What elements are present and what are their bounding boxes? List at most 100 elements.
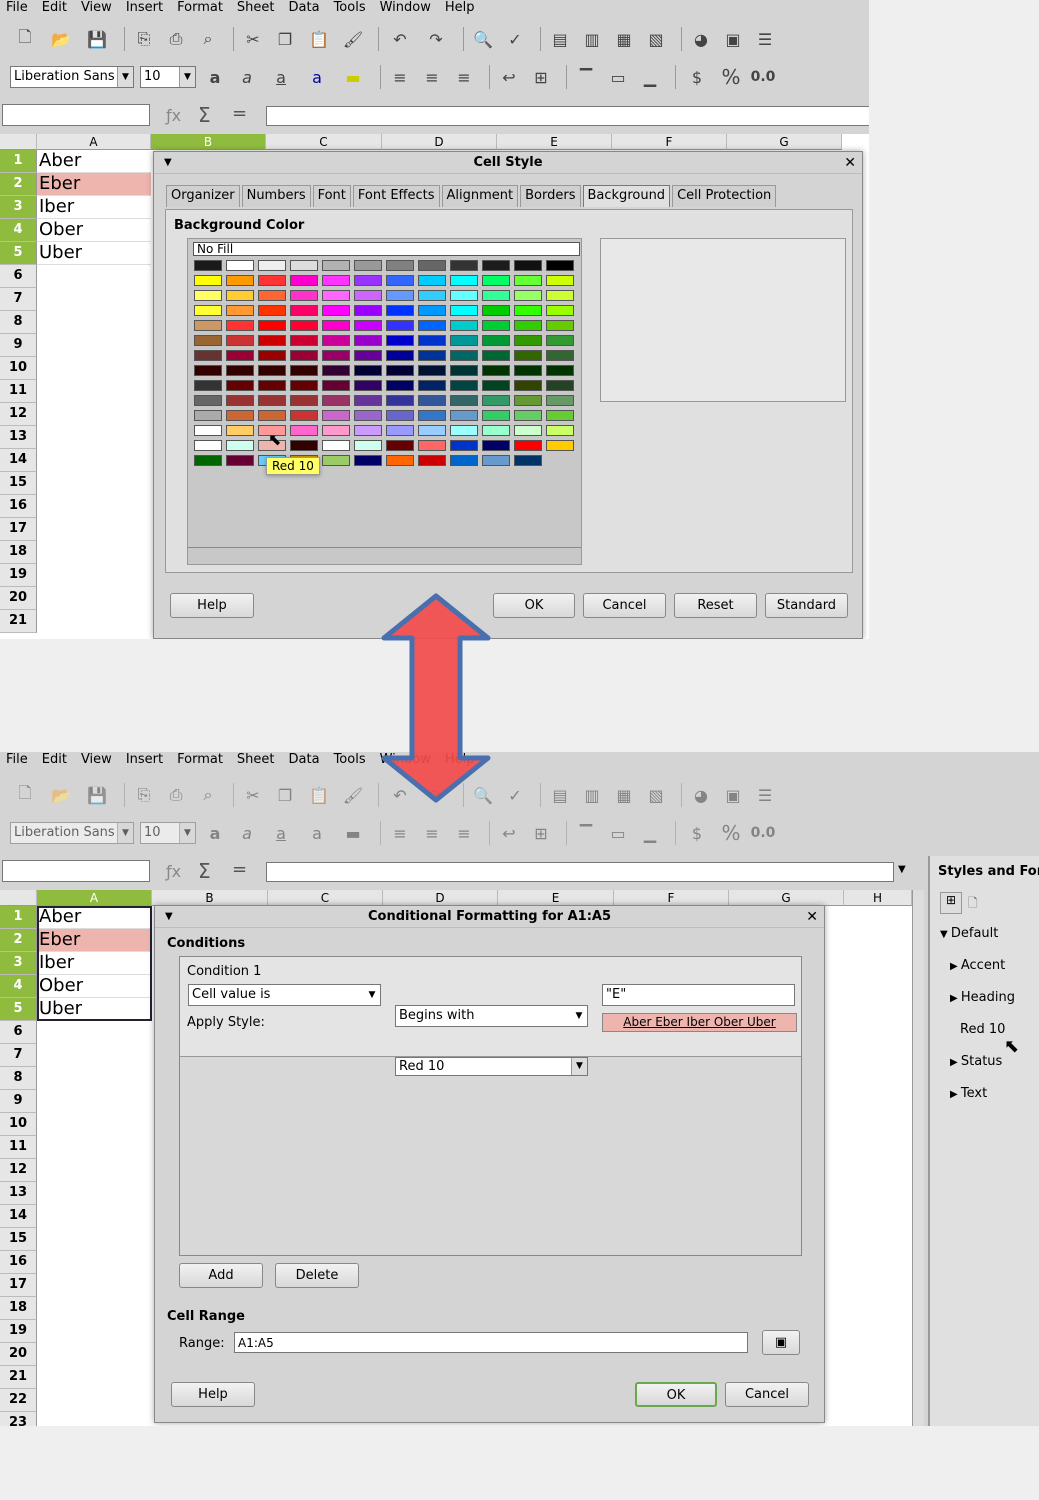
color-swatch[interactable]: [514, 425, 542, 436]
color-swatch[interactable]: [546, 350, 574, 361]
color-swatch[interactable]: [226, 395, 254, 406]
ok-button[interactable]: OK: [493, 593, 575, 618]
row-header[interactable]: 4: [0, 219, 37, 242]
cell-a2[interactable]: Eber: [37, 173, 151, 196]
color-swatch[interactable]: [194, 350, 222, 361]
color-swatch[interactable]: [258, 320, 286, 331]
expand-icon[interactable]: ▶: [950, 1057, 961, 1068]
delete-column-icon[interactable]: ▧: [643, 26, 669, 52]
color-swatch[interactable]: [386, 305, 414, 316]
color-swatch[interactable]: [418, 350, 446, 361]
color-swatch[interactable]: [290, 395, 318, 406]
color-swatch[interactable]: [514, 350, 542, 361]
column-header[interactable]: C: [266, 134, 382, 150]
color-swatch[interactable]: [322, 275, 350, 286]
color-swatch[interactable]: [322, 365, 350, 376]
menu-view[interactable]: View: [75, 752, 120, 769]
style-item-default[interactable]: ▼ Default: [940, 926, 998, 941]
color-swatch[interactable]: [482, 290, 510, 301]
font-size-box[interactable]: 10 ▼: [140, 66, 196, 88]
align-middle-icon[interactable]: ▭: [605, 64, 631, 90]
color-swatch[interactable]: [290, 275, 318, 286]
row-header[interactable]: 6: [0, 1021, 37, 1044]
color-swatch[interactable]: [194, 410, 222, 421]
expand-icon[interactable]: ▶: [950, 1089, 961, 1100]
color-swatch[interactable]: [450, 440, 478, 451]
color-swatch[interactable]: [450, 320, 478, 331]
color-swatch[interactable]: [546, 395, 574, 406]
color-swatch[interactable]: [354, 380, 382, 391]
sum-icon[interactable]: Σ: [198, 103, 211, 127]
close-icon[interactable]: ✕: [844, 152, 856, 174]
color-swatch[interactable]: [386, 455, 414, 466]
color-swatch[interactable]: [322, 455, 350, 466]
color-swatch[interactable]: [258, 275, 286, 286]
color-swatch[interactable]: [290, 260, 318, 271]
color-swatch[interactable]: [482, 335, 510, 346]
row-header[interactable]: 19: [0, 1320, 37, 1343]
row-header[interactable]: 17: [0, 1274, 37, 1297]
bold-icon[interactable]: a: [202, 64, 228, 90]
color-swatch[interactable]: [482, 275, 510, 286]
ok-button[interactable]: OK: [635, 1382, 717, 1407]
chart-icon[interactable]: ◕: [688, 26, 714, 52]
delete-row-icon[interactable]: ▦: [611, 26, 637, 52]
row-header[interactable]: 7: [0, 1044, 37, 1067]
menu-format[interactable]: Format: [171, 0, 231, 17]
style-item-red-10[interactable]: Red 10: [960, 1022, 1005, 1037]
color-swatch[interactable]: [450, 335, 478, 346]
row-header[interactable]: 11: [0, 1136, 37, 1159]
color-swatch[interactable]: [418, 440, 446, 451]
menu-data[interactable]: Data: [283, 752, 328, 769]
color-swatch[interactable]: [546, 275, 574, 286]
color-swatch[interactable]: [450, 425, 478, 436]
color-swatch[interactable]: [482, 365, 510, 376]
color-swatch[interactable]: [386, 425, 414, 436]
row-header[interactable]: 16: [0, 1251, 37, 1274]
color-swatch[interactable]: [418, 260, 446, 271]
formula-input[interactable]: [266, 106, 869, 126]
style-item-heading[interactable]: ▶ Heading: [950, 990, 1015, 1005]
color-swatch[interactable]: [322, 380, 350, 391]
close-icon[interactable]: ✕: [806, 906, 818, 928]
no-fill-option[interactable]: No Fill: [193, 242, 580, 256]
color-swatch[interactable]: [482, 380, 510, 391]
color-swatch[interactable]: [354, 425, 382, 436]
image-icon[interactable]: ▣: [720, 26, 746, 52]
function-wizard-icon[interactable]: ƒx: [166, 862, 181, 881]
color-swatch[interactable]: [546, 320, 574, 331]
color-swatch[interactable]: [418, 320, 446, 331]
color-swatch[interactable]: [258, 335, 286, 346]
color-swatch[interactable]: [322, 410, 350, 421]
select-all-corner[interactable]: [0, 134, 37, 150]
color-swatch[interactable]: [514, 380, 542, 391]
color-swatch[interactable]: [546, 290, 574, 301]
color-swatch[interactable]: [322, 395, 350, 406]
menu-view[interactable]: View: [75, 0, 120, 17]
menu-format[interactable]: Format: [171, 752, 231, 769]
color-swatch[interactable]: [418, 410, 446, 421]
color-swatch[interactable]: [386, 260, 414, 271]
row-header[interactable]: 5: [0, 998, 37, 1021]
row-header[interactable]: 13: [0, 426, 37, 449]
color-swatch[interactable]: [290, 350, 318, 361]
column-header[interactable]: B: [152, 890, 268, 906]
formula-input[interactable]: [266, 862, 894, 882]
color-swatch[interactable]: [226, 410, 254, 421]
color-swatch[interactable]: [546, 425, 574, 436]
font-name-box[interactable]: Liberation Sans ▼: [10, 66, 134, 88]
color-swatch[interactable]: [226, 305, 254, 316]
highlight-icon[interactable]: ▬: [338, 64, 368, 90]
new-icon[interactable]: 🗋: [10, 26, 40, 52]
row-header[interactable]: 7: [0, 288, 37, 311]
color-swatch[interactable]: [418, 335, 446, 346]
row-header[interactable]: 12: [0, 403, 37, 426]
align-top-icon[interactable]: ▔: [573, 64, 599, 90]
cell-a1[interactable]: Aber: [37, 150, 151, 173]
color-swatch[interactable]: [386, 440, 414, 451]
color-swatch[interactable]: [450, 275, 478, 286]
column-header[interactable]: D: [383, 890, 498, 906]
cut-icon[interactable]: ✂: [240, 26, 266, 52]
row-header[interactable]: 14: [0, 449, 37, 472]
color-swatch[interactable]: [386, 275, 414, 286]
